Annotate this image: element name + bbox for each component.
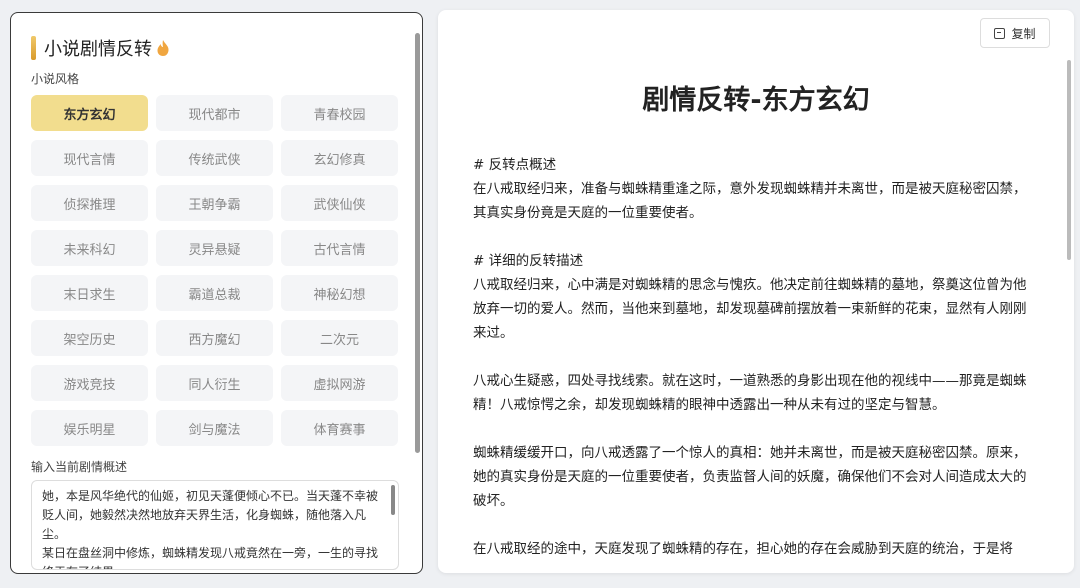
style-option-button[interactable]: 古代言情 <box>281 230 398 266</box>
panel-header: 小说剧情反转 <box>31 35 170 61</box>
style-option-button[interactable]: 现代言情 <box>31 140 148 176</box>
plot-description-text: 她，本是风华绝代的仙姬，初见天蓬便倾心不已。当天蓬不幸被贬人间，她毅然决然地放弃… <box>42 489 379 569</box>
style-option-button[interactable]: 侦探推理 <box>31 185 148 221</box>
style-option-button[interactable]: 娱乐明星 <box>31 410 148 446</box>
copy-button[interactable]: 复制 <box>980 18 1050 48</box>
plot-description-input[interactable]: 她，本是风华绝代的仙姬，初见天蓬便倾心不已。当天蓬不幸被贬人间，她毅然决然地放弃… <box>31 480 399 570</box>
paragraph: 在八戒取经的途中，天庭发现了蜘蛛精的存在，担心她的存在会威胁到天庭的统治，于是将 <box>473 541 1013 557</box>
style-option-button[interactable]: 同人衍生 <box>156 365 273 401</box>
style-section-label: 小说风格 <box>31 72 80 86</box>
style-option-button[interactable]: 传统武侠 <box>156 140 273 176</box>
style-option-button[interactable]: 神秘幻想 <box>281 275 398 311</box>
style-option-button[interactable]: 王朝争霸 <box>156 185 273 221</box>
style-option-button[interactable]: 未来科幻 <box>31 230 148 266</box>
title-accent-bar <box>31 36 36 60</box>
flame-icon <box>156 39 170 57</box>
style-option-button[interactable]: 体育赛事 <box>281 410 398 446</box>
document-body: # 反转点概述在八戒取经归来，准备与蜘蛛精重逢之际，意外发现蜘蛛精并未离世，而是… <box>473 153 1033 561</box>
style-option-button[interactable]: 东方玄幻 <box>31 95 148 131</box>
paragraph: 在八戒取经归来，准备与蜘蛛精重逢之际，意外发现蜘蛛精并未离世，而是被天庭秘密囚禁… <box>473 181 1027 221</box>
description-scrollbar[interactable] <box>391 485 395 515</box>
description-label: 输入当前剧情概述 <box>31 460 128 474</box>
style-option-button[interactable]: 末日求生 <box>31 275 148 311</box>
style-selector-panel: 小说剧情反转 小说风格 东方玄幻 现代都市 青春校园现代言情 传统武侠 玄幻修真侦探推理… <box>10 12 423 574</box>
style-option-button[interactable]: 霸道总裁 <box>156 275 273 311</box>
section-heading: # 详细的反转描述 <box>473 253 584 269</box>
panel-title: 小说剧情反转 <box>44 39 152 60</box>
style-option-button[interactable]: 虚拟网游 <box>281 365 398 401</box>
style-option-button[interactable]: 西方魔幻 <box>156 320 273 356</box>
paragraph: 八戒取经归来，心中满是对蜘蛛精的思念与愧疚。他决定前往蜘蛛精的墓地，祭奠这位曾为… <box>473 277 1027 341</box>
style-option-button[interactable]: 玄幻修真 <box>281 140 398 176</box>
section-heading: # 反转点概述 <box>473 157 557 173</box>
style-option-button[interactable]: 武侠仙侠 <box>281 185 398 221</box>
result-panel: 复制 剧情反转-东方玄幻 # 反转点概述在八戒取经归来，准备与蜘蛛精重逢之际，意… <box>438 10 1074 573</box>
style-option-button[interactable]: 灵异悬疑 <box>156 230 273 266</box>
copy-icon <box>994 27 1006 39</box>
paragraph: 蜘蛛精缓缓开口，向八戒透露了一个惊人的真相：她并未离世，而是被天庭秘密囚禁。原来… <box>473 445 1027 509</box>
style-grid: 东方玄幻 现代都市 青春校园现代言情 传统武侠 玄幻修真侦探推理 王朝争霸 武侠仙侠未来科幻… <box>31 95 398 446</box>
style-option-button[interactable]: 架空历史 <box>31 320 148 356</box>
style-option-button[interactable]: 剑与魔法 <box>156 410 273 446</box>
document-title: 剧情反转-东方玄幻 <box>642 85 870 116</box>
paragraph: 八戒心生疑惑，四处寻找线索。就在这时，一道熟悉的身影出现在他的视线中——那竟是蜘… <box>473 373 1027 413</box>
copy-label: 复制 <box>1011 26 1036 41</box>
style-option-button[interactable]: 现代都市 <box>156 95 273 131</box>
style-option-button[interactable]: 青春校园 <box>281 95 398 131</box>
result-panel-scrollbar[interactable] <box>1067 60 1071 260</box>
left-panel-scrollbar[interactable] <box>415 33 420 453</box>
style-option-button[interactable]: 游戏竞技 <box>31 365 148 401</box>
style-option-button[interactable]: 二次元 <box>281 320 398 356</box>
